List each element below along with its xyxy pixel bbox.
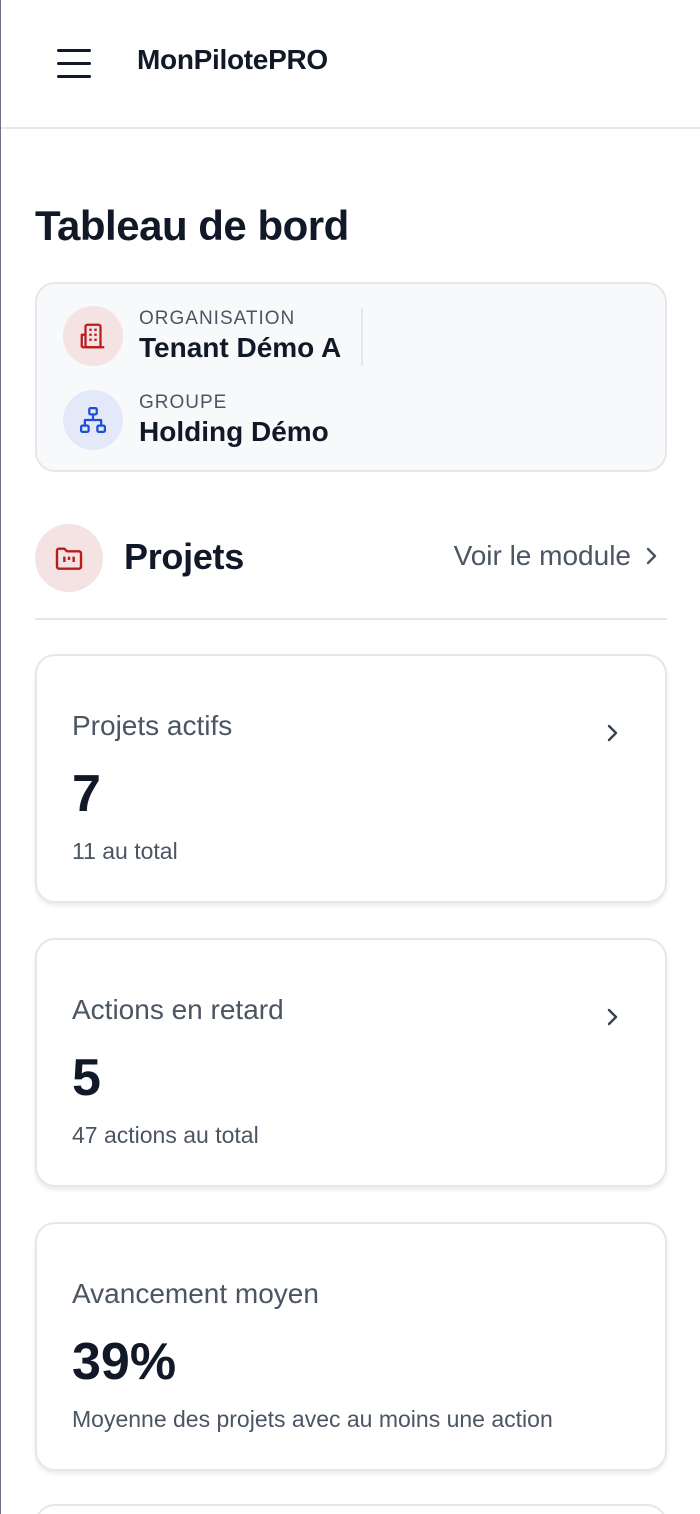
org-chart-icon bbox=[63, 390, 123, 450]
chevron-right-icon[interactable] bbox=[601, 718, 625, 748]
module-title: Projets bbox=[124, 536, 244, 577]
project-folder-icon bbox=[35, 524, 103, 592]
app-title: MonPilotePRO bbox=[137, 44, 328, 75]
stat-value: 7 bbox=[72, 765, 101, 823]
stat-value: 39% bbox=[72, 1333, 177, 1391]
stat-card-partial bbox=[35, 1504, 667, 1514]
page-title: Tableau de bord bbox=[35, 202, 349, 249]
hamburger-menu-icon[interactable] bbox=[49, 40, 99, 86]
dashboard-page: MonPilotePRO Tableau de bord ORGANISATIO… bbox=[0, 0, 700, 1514]
view-module-label: Voir le module bbox=[453, 540, 631, 571]
building-icon bbox=[63, 306, 123, 366]
stat-value: 5 bbox=[72, 1049, 101, 1107]
stat-card-projets-actifs[interactable]: Projets actifs 7 11 au total bbox=[35, 654, 667, 903]
chevron-right-icon[interactable] bbox=[601, 1002, 625, 1032]
groupe-row: GROUPE Holding Démo bbox=[63, 390, 329, 450]
top-bar: MonPilotePRO bbox=[1, 0, 700, 129]
context-divider bbox=[361, 308, 363, 366]
chevron-right-icon bbox=[646, 547, 657, 565]
organisation-value: Tenant Démo A bbox=[139, 332, 342, 363]
stat-subtext: Moyenne des projets avec au moins une ac… bbox=[72, 1406, 553, 1432]
organisation-label: ORGANISATION bbox=[139, 308, 296, 329]
module-header: Projets Voir le module bbox=[35, 522, 667, 620]
stat-card-actions-en-retard[interactable]: Actions en retard 5 47 actions au total bbox=[35, 938, 667, 1187]
stat-subtext: 47 actions au total bbox=[72, 1122, 259, 1148]
stat-label: Avancement moyen bbox=[72, 1278, 319, 1309]
stat-card-avancement-moyen: Avancement moyen 39% Moyenne des projets… bbox=[35, 1222, 667, 1471]
stat-subtext: 11 au total bbox=[72, 838, 178, 864]
view-module-link[interactable]: Voir le module bbox=[454, 540, 659, 572]
groupe-value: Holding Démo bbox=[139, 416, 329, 447]
context-card: ORGANISATION Tenant Démo A GROUPE Holdin… bbox=[35, 282, 667, 472]
stat-label: Projets actifs bbox=[72, 710, 233, 741]
groupe-label: GROUPE bbox=[139, 392, 228, 413]
stat-label: Actions en retard bbox=[72, 994, 284, 1025]
organisation-row: ORGANISATION Tenant Démo A bbox=[63, 306, 341, 366]
